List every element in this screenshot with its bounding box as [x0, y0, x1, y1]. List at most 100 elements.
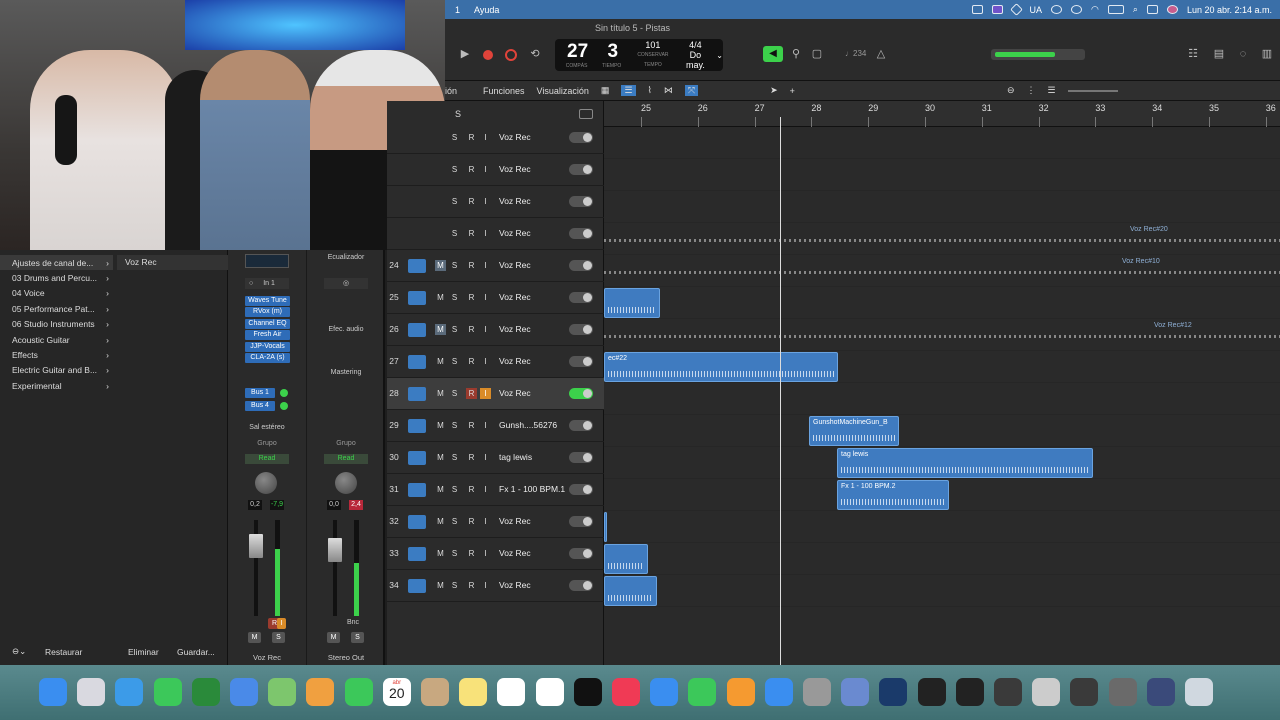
output-slot[interactable]: Sal estéreo — [245, 424, 289, 431]
library-item[interactable]: Experimental › — [0, 378, 113, 393]
siri-icon[interactable] — [1166, 5, 1178, 14]
audio-region-inactive[interactable]: Voz Rec#12 — [604, 319, 1280, 349]
audio-fx-label[interactable]: Efec. audio — [307, 326, 385, 333]
play-icon[interactable]: ▶ — [457, 46, 473, 62]
facetime-icon[interactable] — [344, 678, 373, 706]
track-lane[interactable] — [604, 415, 1280, 447]
unknown-app-icon[interactable] — [191, 678, 220, 706]
input-monitor-button[interactable]: I — [480, 388, 491, 399]
track-name[interactable]: Gunsh....56276 — [499, 420, 557, 430]
app-icon-1[interactable] — [994, 678, 1022, 706]
track-lane[interactable] — [604, 383, 1280, 415]
input-monitor-button[interactable]: I — [480, 196, 491, 207]
reminders-icon[interactable] — [497, 678, 526, 706]
mute-button[interactable]: M — [435, 484, 446, 495]
audio-region[interactable] — [604, 576, 657, 606]
cycle-icon[interactable]: ⟲ — [527, 46, 543, 62]
track-name[interactable]: Voz Rec — [499, 548, 531, 558]
track-on-toggle[interactable] — [569, 484, 593, 495]
downloads-icon[interactable] — [1108, 678, 1137, 706]
messages-icon[interactable] — [153, 678, 182, 706]
mute-button[interactable]: M — [435, 260, 446, 271]
timeline-ruler[interactable]: 25 26 27 28 29 30 31 32 33 34 35 36 — [604, 101, 1280, 127]
plugin-slot[interactable]: JJP-Vocals — [245, 341, 290, 352]
settings-icon[interactable]: ⊖⌄ — [12, 646, 26, 657]
grid-view-icon[interactable]: ▦ — [601, 85, 610, 96]
restore-button[interactable]: Restaurar — [45, 647, 82, 657]
battery-icon[interactable] — [1107, 5, 1124, 14]
metronome-icon[interactable]: ▢ — [809, 46, 825, 62]
input-slot[interactable]: ○ In 1 — [245, 278, 289, 289]
record-enable-button[interactable]: R — [466, 548, 477, 559]
track-lane[interactable] — [604, 511, 1280, 543]
automation-mode-2[interactable]: Read — [324, 454, 368, 464]
track-on-toggle[interactable] — [569, 452, 593, 463]
track-lane[interactable] — [604, 575, 1280, 607]
record-enable-button[interactable]: R — [466, 228, 477, 239]
solo-button[interactable]: S — [449, 164, 460, 175]
flex-icon[interactable]: ⋈ — [664, 85, 673, 96]
volume-fader[interactable] — [249, 534, 263, 558]
input-monitor-button[interactable]: I — [480, 548, 491, 559]
input-monitor-button[interactable]: I — [480, 580, 491, 591]
solo-button[interactable]: S — [449, 356, 460, 367]
delete-button[interactable]: Eliminar — [128, 647, 159, 657]
calendar-icon[interactable]: abr 20 — [382, 678, 411, 706]
safari-icon[interactable] — [115, 678, 144, 706]
track-lane[interactable] — [604, 543, 1280, 575]
lcd-display[interactable]: 27 COMPÁS 3 TIEMPO 101 CONSERVAR TEMPO 4… — [555, 39, 723, 71]
record-enable-button[interactable]: R — [466, 356, 477, 367]
input-monitor-button[interactable]: I — [277, 618, 286, 629]
record-icon[interactable] — [505, 49, 517, 61]
count-in[interactable]: ♩234 — [845, 49, 866, 58]
freeform-icon[interactable] — [535, 678, 564, 706]
app-store-icon[interactable] — [764, 678, 793, 706]
menu-functions[interactable]: Funciones — [483, 86, 525, 96]
track-lane[interactable] — [604, 127, 1280, 159]
volume-fader-2[interactable] — [328, 538, 342, 562]
wifi-icon[interactable]: ◠ — [1091, 4, 1099, 15]
input-monitor-button[interactable]: I — [480, 260, 491, 271]
speaker-icon[interactable]: ◀ — [763, 46, 783, 62]
library-item[interactable]: Effects › — [0, 347, 113, 362]
control-center-icon[interactable] — [1146, 5, 1158, 14]
photos-icon[interactable] — [306, 678, 335, 706]
mastering-label[interactable]: Mastering — [307, 369, 385, 376]
input-monitor-button[interactable]: I — [480, 324, 491, 335]
track-header[interactable]: 25 M S R I Voz Rec — [387, 282, 604, 314]
track-name[interactable]: tag lewis — [499, 452, 532, 462]
menu-help[interactable]: Ayuda — [474, 5, 499, 15]
menu-clock[interactable]: Lun 20 abr. 2:14 a.m. — [1187, 5, 1272, 15]
vpn-icon[interactable] — [1009, 3, 1023, 16]
solo-button[interactable]: S — [449, 580, 460, 591]
track-on-toggle[interactable] — [569, 388, 593, 399]
audio-region[interactable]: Fx 1 - 100 BPM.2 — [837, 480, 949, 510]
audio-region[interactable]: GunshotMachineGun_B — [809, 416, 899, 446]
input-monitor-button[interactable]: I — [480, 484, 491, 495]
track-options-icon[interactable] — [579, 109, 593, 119]
solo-button[interactable]: S — [449, 516, 460, 527]
record-enable-button[interactable]: R — [466, 388, 477, 399]
library-item[interactable]: Electric Guitar and B... › — [0, 363, 113, 378]
library-item[interactable]: 03 Drums and Percu... › — [0, 270, 113, 285]
track-header[interactable]: 30 M S R Itag lewis — [387, 442, 604, 474]
track-on-toggle[interactable] — [569, 580, 593, 591]
playhead[interactable] — [780, 117, 781, 665]
input-monitor-button[interactable]: I — [480, 356, 491, 367]
terminal-icon[interactable] — [955, 678, 984, 706]
mute-button[interactable]: M — [435, 580, 446, 591]
solo-button[interactable]: S — [449, 292, 460, 303]
menu-app-number[interactable]: 1 — [455, 5, 460, 15]
mute-button[interactable]: M — [435, 292, 446, 303]
track-on-toggle[interactable] — [569, 516, 593, 527]
mute-button[interactable]: M — [435, 548, 446, 559]
input-source[interactable]: UA — [1030, 5, 1043, 15]
solo-button[interactable]: S — [449, 228, 460, 239]
track-name[interactable]: Voz Rec — [499, 132, 531, 142]
track-name[interactable]: Voz Rec — [499, 164, 531, 174]
library-item[interactable]: 06 Studio Instruments › — [0, 317, 113, 332]
chevron-down-icon[interactable]: ⌄ — [716, 51, 723, 60]
solo-button[interactable]: S — [449, 196, 460, 207]
track-header[interactable]: 26 M S R I Voz Rec — [387, 314, 604, 346]
audio-region-inactive[interactable]: Voz Rec#10 — [604, 255, 1280, 285]
